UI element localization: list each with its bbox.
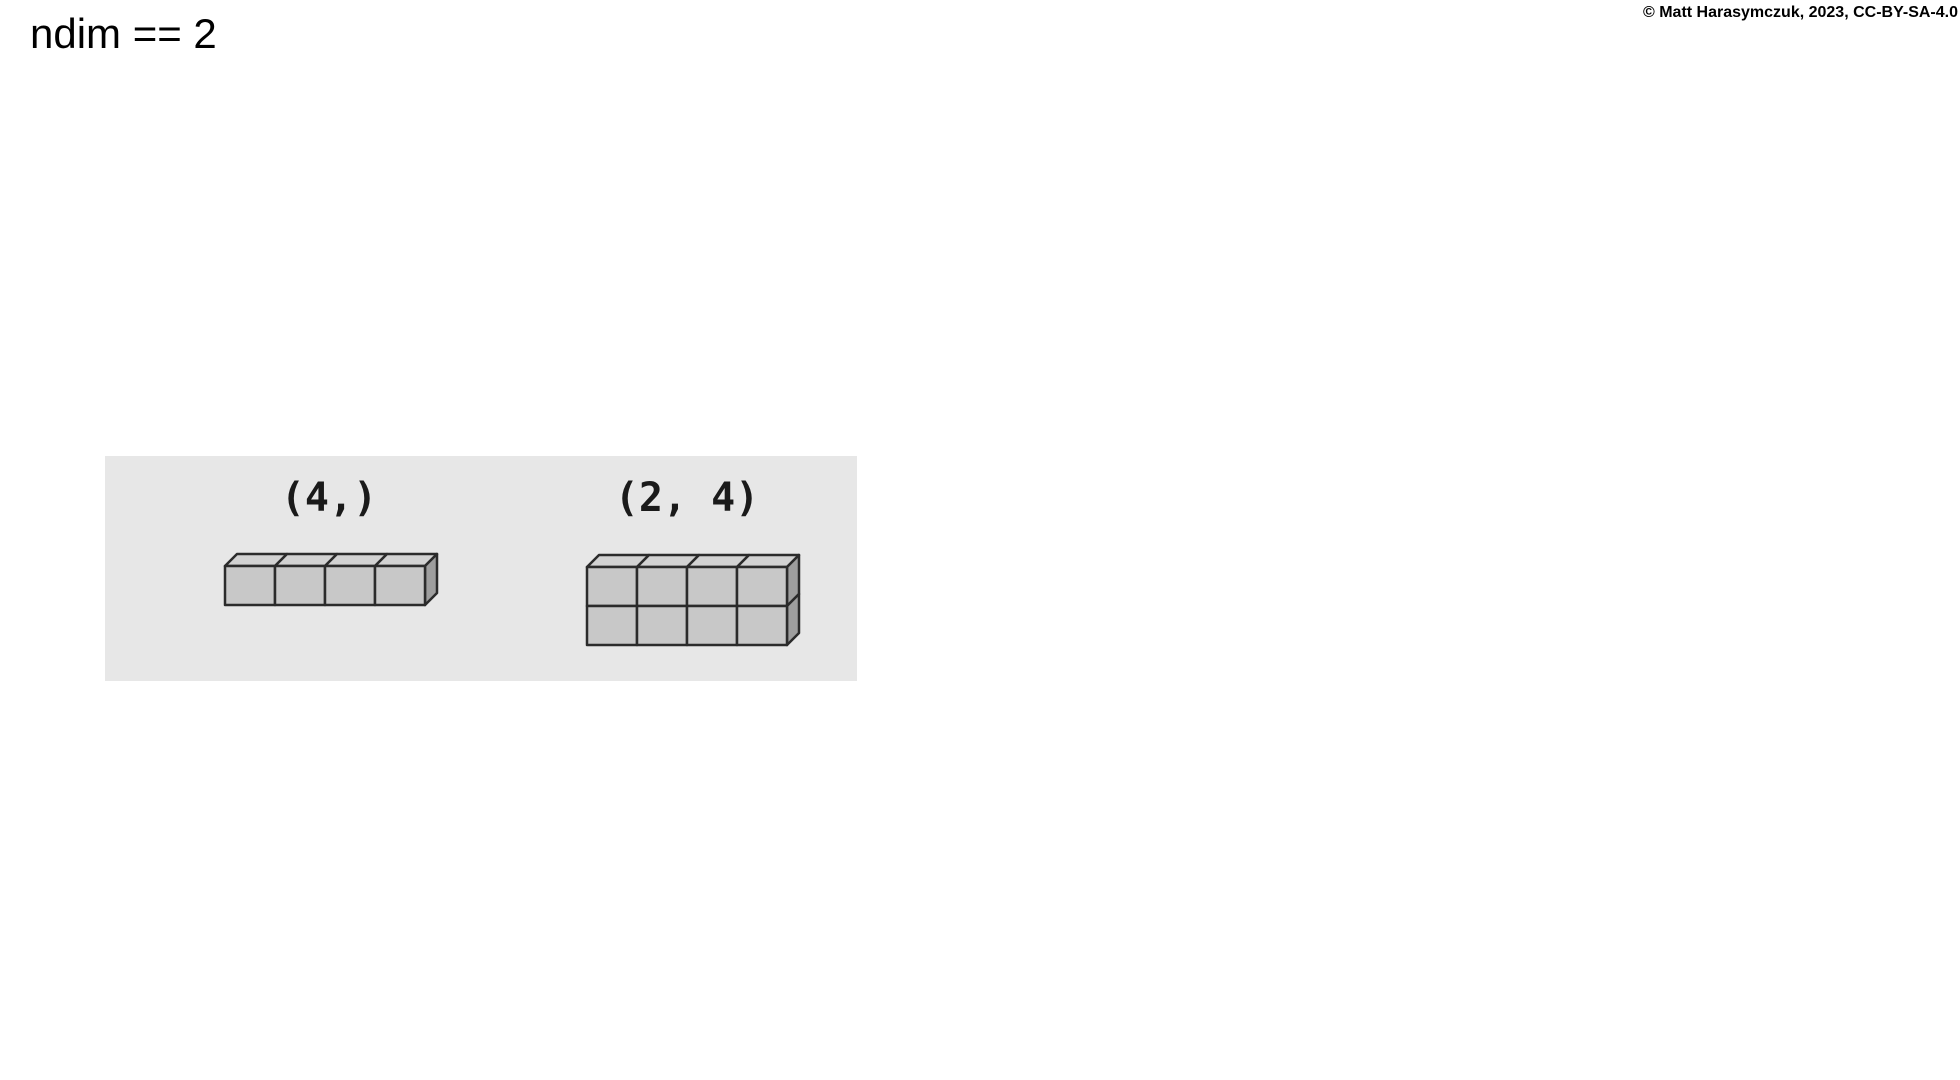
cube-front-face [273,564,327,607]
cube-front-face [635,604,689,647]
cube-front-face [735,604,789,647]
cube-front-face [685,604,739,647]
cube-front-face [635,565,689,608]
cube-front-face [585,604,639,647]
array-shape-figure: (4,) (2, 4) [105,456,857,681]
cube-front-face [685,565,739,608]
shape-label-2d: (2, 4) [615,475,760,521]
cube-front-face [323,564,377,607]
slide-title: ndim == 2 [30,10,217,57]
cube-front-face [223,564,277,607]
array-shape-diagram: (4,) (2, 4) [223,475,801,647]
cube-front-face [735,565,789,608]
shape-label-1d: (4,) [281,475,377,521]
cube-front-face [373,564,427,607]
copyright-notice: © Matt Harasymczuk, 2023, CC-BY-SA-4.0 [1642,4,1958,21]
cube-front-face [585,565,639,608]
array-1d-blocks [223,552,439,607]
array-2d-blocks [585,553,801,647]
